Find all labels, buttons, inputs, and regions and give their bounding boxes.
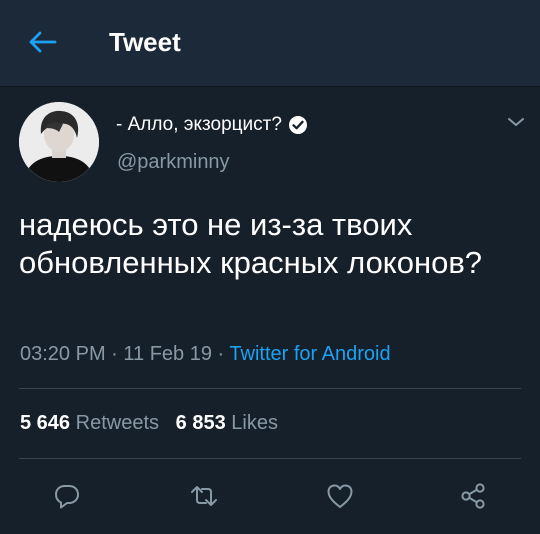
tweet-time: 03:20 PM	[20, 343, 106, 365]
tweet-author[interactable]: - Алло, экзорцист?	[116, 113, 308, 137]
likes-label: Likes	[231, 412, 278, 434]
tweet-menu-button[interactable]	[505, 114, 527, 130]
retweets-label: Retweets	[75, 412, 159, 434]
tweet-text: надеюсь это не из-за твоих обновленных к…	[19, 207, 483, 280]
tweet-stats: 5 646 Retweets 6 853 Likes	[20, 410, 278, 436]
back-button[interactable]	[24, 26, 60, 58]
tweet-meta: 03:20 PM · 11 Feb 19 · Twitter for Andro…	[20, 341, 391, 367]
arrow-left-icon	[29, 31, 57, 53]
retweets-stat[interactable]: 5 646 Retweets	[20, 412, 159, 434]
username[interactable]: @parkminny	[117, 150, 230, 174]
like-button[interactable]	[322, 478, 358, 514]
reply-icon	[55, 485, 79, 509]
retweets-count: 5 646	[20, 412, 71, 434]
verified-badge-icon	[288, 115, 308, 135]
tweet-source-link[interactable]: Twitter for Android	[229, 343, 390, 365]
meta-separator: ·	[111, 343, 124, 365]
share-button[interactable]	[455, 478, 491, 514]
meta-separator: ·	[217, 343, 230, 365]
avatar[interactable]	[19, 102, 99, 182]
divider	[19, 458, 521, 459]
page-title: Tweet	[109, 27, 181, 57]
likes-stat[interactable]: 6 853 Likes	[176, 412, 278, 434]
avatar-image	[19, 102, 99, 182]
top-bar: Tweet	[0, 0, 540, 86]
retweet-button[interactable]	[186, 478, 222, 514]
like-icon	[327, 484, 353, 508]
retweet-icon	[191, 486, 217, 506]
chevron-down-icon	[508, 118, 524, 126]
display-name: - Алло, экзорцист?	[116, 114, 282, 135]
share-icon	[461, 483, 485, 509]
header-divider	[0, 86, 540, 87]
tweet-date: 11 Feb 19	[123, 343, 212, 365]
reply-button[interactable]	[49, 478, 85, 514]
likes-count: 6 853	[175, 412, 226, 434]
divider	[19, 388, 521, 389]
